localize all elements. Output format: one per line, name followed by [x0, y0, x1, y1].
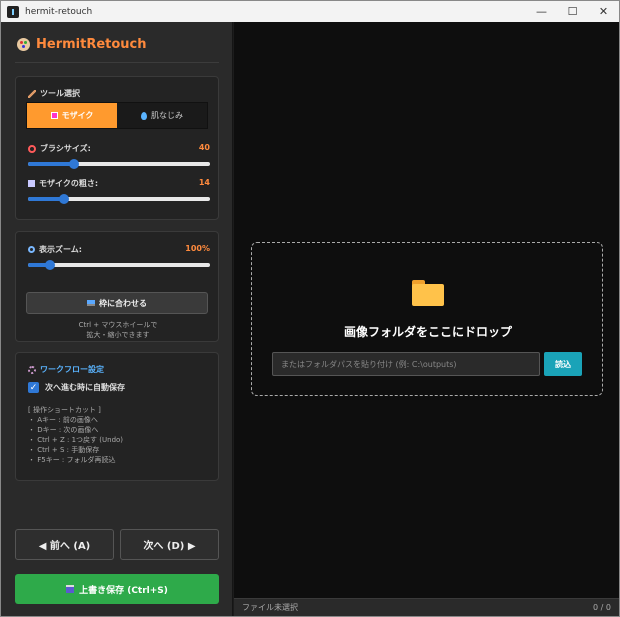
app-icon [7, 5, 19, 18]
window-controls: — ☐ ✕ [526, 1, 619, 22]
tool-panel: ツール選択 モザイク 肌なじみ ブラシサイズ: 40 モザイクの粗さ: 14 [15, 76, 219, 220]
status-count: 0 / 0 [593, 603, 611, 612]
shortcut-item: ・ Ctrl + S : 手動保存 [28, 446, 100, 454]
magnifier-icon [28, 246, 35, 253]
maximize-button[interactable]: ☐ [557, 1, 588, 22]
slider-thumb[interactable] [59, 194, 70, 204]
zoom-label: 表示ズーム: [39, 245, 82, 254]
floppy-icon [66, 585, 75, 593]
close-button[interactable]: ✕ [588, 1, 619, 22]
tool-tabs: モザイク 肌なじみ [26, 102, 208, 129]
workflow-panel: ワークフロー設定 ✓ 次へ進む時に自動保存 [ 操作ショートカット ] ・ Aキ… [15, 352, 219, 481]
window-title: hermit-retouch [25, 6, 93, 17]
autosave-checkbox[interactable]: ✓ [28, 382, 39, 393]
title-bar: hermit-retouch — ☐ ✕ [1, 1, 619, 22]
zoom-panel: 表示ズーム: 100% 枠に合わせる Ctrl + マウスホイールで 拡大・縮小… [15, 231, 219, 342]
slider-thumb[interactable] [44, 260, 55, 270]
divider [15, 62, 219, 63]
save-button[interactable]: 上書き保存 (Ctrl+S) [15, 574, 219, 604]
zoom-hint-line1: Ctrl + マウスホイールで [78, 321, 158, 329]
autosave-option[interactable]: ✓ 次へ進む時に自動保存 [28, 382, 125, 393]
mosaic-coarseness-value: 14 [198, 178, 210, 187]
tab-mosaic[interactable]: モザイク [27, 103, 117, 128]
folder-dropzone[interactable]: 画像フォルダをここにドロップ 読込 [251, 242, 603, 396]
mosaic-coarseness-slider[interactable] [28, 194, 210, 204]
shortcut-item: ・ Ctrl + Z : 1つ戻す (Undo) [28, 436, 124, 444]
grid-icon [28, 180, 35, 187]
tab-skin-blend[interactable]: 肌なじみ [117, 103, 207, 128]
prev-button[interactable]: ◀ 前へ (A) [15, 529, 114, 560]
brush-size-control: ブラシサイズ: 40 [28, 143, 210, 169]
workflow-title: ワークフロー設定 [28, 364, 104, 375]
shortcut-item: ・ Aキー : 前の画像へ [28, 416, 98, 424]
app-window: hermit-retouch — ☐ ✕ HermitRetouch ツール選択… [0, 0, 620, 617]
status-file: ファイル未選択 [242, 603, 298, 612]
brush-icon [28, 89, 36, 98]
mosaic-coarseness-control: モザイクの粗さ: 14 [28, 178, 210, 204]
zoom-value: 100% [185, 244, 210, 253]
monitor-icon [87, 300, 95, 306]
status-bar: ファイル未選択 0 / 0 [234, 598, 619, 616]
shortcuts-title: [ 操作ショートカット ] [28, 406, 101, 414]
brand: HermitRetouch [17, 37, 147, 52]
fit-to-frame-button[interactable]: 枠に合わせる [26, 292, 208, 314]
folder-icon [412, 280, 444, 306]
brush-size-slider[interactable] [28, 159, 210, 169]
sidebar: HermitRetouch ツール選択 モザイク 肌なじみ ブラシサイズ: 40… [1, 22, 233, 616]
tool-section-label: ツール選択 [28, 88, 80, 99]
shortcut-item: ・ Dキー : 次の画像へ [28, 426, 99, 434]
next-button[interactable]: 次へ (D) ▶ [120, 529, 219, 560]
folder-path-input[interactable] [272, 352, 540, 376]
load-button[interactable]: 読込 [544, 352, 582, 376]
minimize-button[interactable]: — [526, 1, 557, 22]
slider-thumb[interactable] [68, 159, 79, 169]
canvas-area: 画像フォルダをここにドロップ 読込 [234, 22, 619, 598]
mosaic-icon [50, 112, 58, 119]
brand-name: HermitRetouch [36, 37, 147, 52]
shortcut-item: ・ F5キー : フォルダ再読込 [28, 456, 116, 464]
palette-icon [17, 38, 30, 51]
droplet-icon [141, 111, 147, 120]
slider-fill [28, 162, 74, 166]
gear-icon [28, 365, 36, 374]
zoom-hint-line2: 拡大・縮小できます [86, 331, 150, 339]
brush-size-label: ブラシサイズ: [40, 144, 91, 153]
circle-icon [28, 144, 36, 153]
mosaic-coarseness-label: モザイクの粗さ: [39, 179, 99, 188]
shortcut-list: [ 操作ショートカット ] ・ Aキー : 前の画像へ ・ Dキー : 次の画像… [28, 405, 123, 465]
zoom-control: 表示ズーム: 100% [28, 244, 210, 270]
autosave-label: 次へ進む時に自動保存 [45, 383, 125, 392]
drop-title: 画像フォルダをここにドロップ [343, 325, 512, 339]
zoom-slider[interactable] [28, 260, 210, 270]
brush-size-value: 40 [198, 143, 210, 152]
